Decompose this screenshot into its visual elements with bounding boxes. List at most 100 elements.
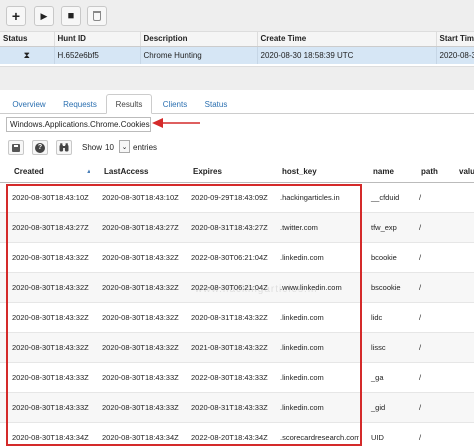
- entries-label: entries: [133, 143, 158, 152]
- table-row[interactable]: 2020-08-30T18:43:34Z 2020-08-30T18:43:34…: [0, 422, 474, 448]
- expires-cell: 2022-08-30T18:43:33Z: [179, 362, 268, 393]
- lastaccess-cell: 2020-08-30T18:43:33Z: [90, 392, 179, 423]
- column-header-lastaccess[interactable]: LastAccess: [90, 162, 179, 183]
- lastaccess-cell: 2020-08-30T18:43:27Z: [90, 212, 179, 243]
- path-cell: /: [407, 272, 445, 303]
- table-row[interactable]: 2020-08-30T18:43:32Z 2020-08-30T18:43:32…: [0, 272, 474, 303]
- play-icon: ▶: [40, 10, 48, 21]
- value-cell: [445, 212, 474, 243]
- host-key-cell: .linkedin.com: [268, 242, 359, 273]
- name-cell: lissc: [359, 332, 407, 363]
- name-cell: UID: [359, 422, 407, 448]
- name-cell: _gid: [359, 392, 407, 423]
- delete-hunt-button[interactable]: [87, 6, 107, 26]
- table-row[interactable]: 2020-08-30T18:43:27Z 2020-08-30T18:43:27…: [0, 212, 474, 243]
- column-header-description[interactable]: Description: [140, 32, 258, 47]
- column-header-start-time[interactable]: Start Time: [436, 32, 474, 47]
- value-cell: [445, 242, 474, 273]
- binoculars-icon: [59, 143, 69, 152]
- value-cell: [445, 422, 474, 448]
- path-cell: /: [407, 182, 445, 213]
- name-cell: bscookie: [359, 272, 407, 303]
- tab-status[interactable]: Status: [200, 94, 232, 114]
- value-cell: [445, 272, 474, 303]
- expires-cell: 2022-08-30T06:21:04Z: [179, 272, 268, 303]
- tab-clients[interactable]: Clients: [156, 94, 194, 114]
- created-cell: 2020-08-30T18:43:32Z: [0, 302, 90, 333]
- search-button[interactable]: [56, 140, 72, 155]
- created-cell: 2020-08-30T18:43:32Z: [0, 272, 90, 303]
- path-cell: /: [407, 332, 445, 363]
- hunt-id-cell: H.652e6bf5: [54, 46, 141, 64]
- path-cell: /: [407, 242, 445, 273]
- results-table: Created ▲ LastAccess Expires host_key nam…: [0, 162, 474, 448]
- host-key-cell: .linkedin.com: [268, 302, 359, 333]
- created-cell: 2020-08-30T18:43:34Z: [0, 422, 90, 448]
- host-key-cell: .linkedin.com: [268, 332, 359, 363]
- table-row[interactable]: 2020-08-30T18:43:32Z 2020-08-30T18:43:32…: [0, 242, 474, 273]
- created-cell: 2020-08-30T18:43:33Z: [0, 392, 90, 423]
- add-hunt-button[interactable]: +: [6, 6, 26, 26]
- expires-cell: 2020-08-31T18:43:32Z: [179, 302, 268, 333]
- column-header-created[interactable]: Created ▲: [0, 162, 90, 183]
- table-row[interactable]: 2020-08-30T18:43:33Z 2020-08-30T18:43:33…: [0, 362, 474, 393]
- path-cell: /: [407, 422, 445, 448]
- table-row[interactable]: 2020-08-30T18:43:33Z 2020-08-30T18:43:33…: [0, 392, 474, 423]
- page-size-select[interactable]: ⌄: [119, 140, 130, 153]
- stop-icon: ■: [67, 10, 75, 22]
- column-header-name[interactable]: name: [359, 162, 407, 183]
- name-cell: _ga: [359, 362, 407, 393]
- tab-results[interactable]: Results: [106, 94, 152, 114]
- help-icon: ?: [35, 142, 45, 153]
- value-cell: [445, 332, 474, 363]
- pane-splitter[interactable]: [0, 66, 474, 90]
- value-cell: [445, 392, 474, 423]
- tab-overview[interactable]: Overview: [8, 94, 50, 114]
- artifact-selector[interactable]: Windows.Applications.Chrome.Cookies: [6, 117, 151, 132]
- lastaccess-cell: 2020-08-30T18:43:32Z: [90, 242, 179, 273]
- chevron-down-icon: ⌄: [121, 143, 128, 151]
- hunt-detail-tabs: Overview Requests Results Clients Status: [0, 92, 474, 114]
- name-cell: lidc: [359, 302, 407, 333]
- stop-hunt-button[interactable]: ■: [61, 6, 81, 26]
- hunt-toolbar: + ▶ ■: [0, 0, 474, 32]
- path-cell: /: [407, 212, 445, 243]
- table-row[interactable]: 2020-08-30T18:43:10Z 2020-08-30T18:43:10…: [0, 182, 474, 213]
- tab-requests[interactable]: Requests: [58, 94, 102, 114]
- name-cell: __cfduid: [359, 182, 407, 213]
- column-header-hunt-id[interactable]: Hunt ID: [54, 32, 141, 47]
- column-header-create-time[interactable]: Create Time: [257, 32, 437, 47]
- save-icon: [12, 143, 20, 152]
- column-header-status[interactable]: Status: [0, 32, 55, 47]
- value-cell: [445, 182, 474, 213]
- host-key-cell: .scorecardresearch.com: [268, 422, 359, 448]
- path-cell: /: [407, 392, 445, 423]
- run-hunt-button[interactable]: ▶: [34, 6, 54, 26]
- value-cell: [445, 362, 474, 393]
- page-size-value: 10: [105, 143, 114, 152]
- show-label: Show: [82, 143, 103, 152]
- host-key-cell: .linkedin.com: [268, 362, 359, 393]
- hunt-description-cell: Chrome Hunting: [140, 46, 258, 64]
- column-header-host-key[interactable]: host_key: [268, 162, 359, 183]
- lastaccess-cell: 2020-08-30T18:43:32Z: [90, 332, 179, 363]
- column-header-expires[interactable]: Expires: [179, 162, 268, 183]
- red-arrow-annotation: [152, 118, 200, 128]
- hourglass-icon: ⧗: [0, 46, 55, 64]
- host-key-cell: .linkedin.com: [268, 392, 359, 423]
- table-row[interactable]: 2020-08-30T18:43:32Z 2020-08-30T18:43:32…: [0, 332, 474, 363]
- value-cell: [445, 302, 474, 333]
- trash-icon: [93, 11, 101, 21]
- results-controls: ? Show 10 ⌄ entries: [0, 138, 474, 158]
- lastaccess-cell: 2020-08-30T18:43:34Z: [90, 422, 179, 448]
- column-header-path[interactable]: path: [407, 162, 445, 183]
- table-row[interactable]: 2020-08-30T18:43:32Z 2020-08-30T18:43:32…: [0, 302, 474, 333]
- help-button[interactable]: ?: [32, 140, 48, 155]
- hunt-row[interactable]: ⧗ H.652e6bf5 Chrome Hunting 2020-08-30 1…: [0, 46, 474, 64]
- name-cell: tfw_exp: [359, 212, 407, 243]
- host-key-cell: .hackingarticles.in: [268, 182, 359, 213]
- expires-cell: 2020-08-31T18:43:33Z: [179, 392, 268, 423]
- save-results-button[interactable]: [8, 140, 24, 155]
- expires-cell: 2022-08-20T18:43:34Z: [179, 422, 268, 448]
- column-header-value[interactable]: value: [445, 162, 474, 183]
